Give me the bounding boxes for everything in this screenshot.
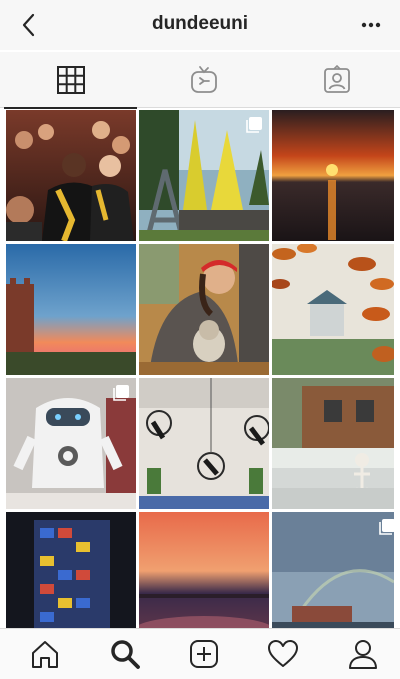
nav-profile[interactable]: [346, 637, 380, 671]
nav-home[interactable]: [28, 637, 62, 671]
post-thumbnail-rainbow[interactable]: [272, 512, 394, 628]
multiple-photos-icon: [113, 385, 129, 401]
posts-grid: [6, 110, 394, 628]
bottom-navigation: [0, 628, 400, 679]
profile-icon: [349, 640, 377, 669]
post-thumbnail-aerial-hoop[interactable]: [139, 378, 269, 509]
post-thumbnail-robot[interactable]: [6, 378, 136, 509]
post-thumbnail-autumn-bandstand[interactable]: [272, 244, 394, 375]
post-thumbnail-skeleton-window[interactable]: [272, 378, 394, 509]
tab-igtv[interactable]: [137, 52, 270, 108]
tab-tagged[interactable]: [270, 52, 400, 108]
photo-aerial-hoop-studio: [139, 378, 269, 509]
photo-autumn-bandstand: [272, 244, 394, 375]
add-post-icon: [190, 640, 218, 668]
photo-rainbow-sky: [272, 512, 394, 628]
heart-icon: [268, 640, 298, 667]
post-thumbnail-lit-building[interactable]: [6, 512, 136, 628]
nav-new-post[interactable]: [187, 637, 221, 671]
post-thumbnail-graduation[interactable]: [6, 110, 136, 241]
photo-sunset-over-water: [272, 110, 394, 241]
post-thumbnail-sunset-water[interactable]: [272, 110, 394, 241]
photo-student-with-dog: [139, 244, 269, 375]
profile-header: dundeeuni: [0, 0, 400, 50]
home-icon: [32, 641, 58, 668]
more-options-button[interactable]: [356, 10, 386, 40]
multiple-photos-icon: [379, 519, 394, 535]
grid-icon: [56, 66, 85, 94]
tagged-icon: [323, 65, 350, 93]
post-thumbnail-pink-sunset[interactable]: [139, 512, 269, 628]
search-icon: [111, 640, 140, 669]
photo-tower-at-dusk: [6, 244, 136, 375]
profile-username: dundeeuni: [151, 13, 249, 34]
more-horizontal-icon: [361, 22, 381, 28]
photo-skeleton-at-window: [272, 378, 394, 509]
tab-grid[interactable]: [4, 52, 137, 109]
profile-tabs: [0, 52, 400, 109]
nav-search[interactable]: [108, 637, 142, 671]
post-thumbnail-yellow-trees[interactable]: [139, 110, 269, 241]
photo-pink-sunset-shore: [139, 512, 269, 628]
nav-activity[interactable]: [266, 637, 300, 671]
multiple-photos-icon: [246, 117, 262, 133]
photo-lit-building-night: [6, 512, 136, 628]
igtv-icon: [190, 66, 217, 93]
post-thumbnail-student-dog[interactable]: [139, 244, 269, 375]
post-thumbnail-tower-dusk[interactable]: [6, 244, 136, 375]
photo-graduation-ceremony: [6, 110, 136, 241]
